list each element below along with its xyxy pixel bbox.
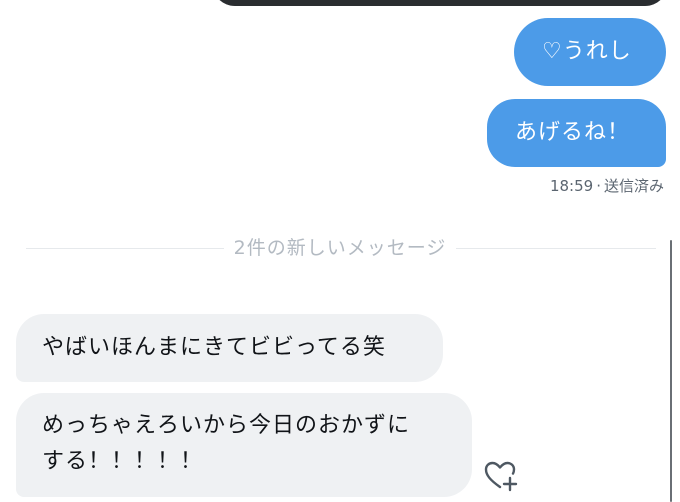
received-message-bubble[interactable]: やばいほんまにきてビビってる笑 [16, 314, 443, 382]
message-text: あげるね！ [515, 120, 631, 145]
sent-status: 送信済み [603, 177, 664, 195]
new-messages-label: 2件の新しいメッセージ [223, 237, 457, 259]
message-text-line-2: する！！！！！ [42, 449, 204, 474]
sent-message-bubble[interactable]: あげるね！ [487, 99, 666, 167]
sent-message-bubble[interactable]: ♡うれし [514, 18, 666, 86]
message-status: 18:59 · 送信済み [550, 175, 664, 196]
scrollbar[interactable] [670, 240, 672, 502]
message-text: ♡うれし [542, 39, 632, 64]
message-text: やばいほんまにきてビビってる笑 [42, 335, 386, 360]
status-separator: · [596, 177, 601, 195]
dm-conversation: ♡うれし あげるね！ 18:59 · 送信済み 2件の新しいメッセージ やばいほんま… [0, 0, 680, 502]
sent-image-message[interactable] [212, 0, 668, 6]
new-messages-label-container: 2件の新しいメッセージ [0, 232, 680, 264]
message-text-line-1: めっちゃえろいから今日のおかずに [42, 413, 411, 438]
heart-add-icon[interactable] [484, 460, 520, 492]
received-message-bubble[interactable]: めっちゃえろいから今日のおかずに する！！！！！ [16, 393, 472, 497]
message-time: 18:59 [549, 177, 594, 195]
